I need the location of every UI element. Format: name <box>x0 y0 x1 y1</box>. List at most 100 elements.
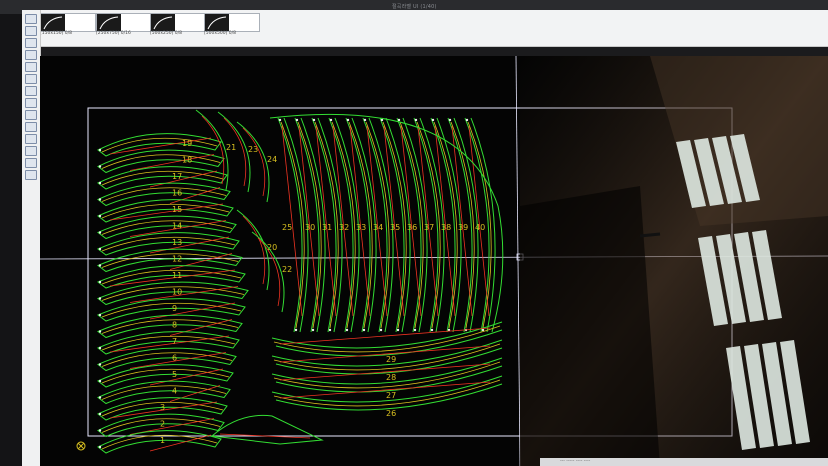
pierce-point <box>431 118 435 122</box>
zoom-tool-icon[interactable] <box>25 146 37 156</box>
sheet-thumbnail-4-label: [500x500] 0/8 <box>204 31 237 36</box>
part-label-middle: 22 <box>282 265 292 274</box>
cut-line <box>149 236 230 254</box>
pierce-point <box>98 297 102 300</box>
arc-part-outline <box>97 347 237 372</box>
part-label-left: 7 <box>172 337 177 346</box>
arc-tool-icon[interactable] <box>25 62 37 72</box>
pierce-point <box>98 181 102 185</box>
arc-part-outline <box>97 149 225 174</box>
arc-part-outline <box>97 232 240 256</box>
part-label-left: 2 <box>160 420 165 429</box>
grid-tool-icon[interactable] <box>25 122 37 132</box>
settings-tool-icon[interactable] <box>25 170 37 180</box>
measure-tool-icon[interactable] <box>25 110 37 120</box>
pierce-point <box>328 328 332 332</box>
arc-part-outline <box>275 329 503 357</box>
pierce-point <box>98 198 102 201</box>
part-label-right: 36 <box>407 223 417 232</box>
part-label-right: 40 <box>475 223 485 232</box>
sheet-thumbnail-4[interactable] <box>204 13 260 32</box>
part-label-middle: 24 <box>267 155 277 164</box>
pierce-point <box>98 445 102 449</box>
part-label-middle: 21 <box>226 143 236 152</box>
pierce-point <box>98 264 102 267</box>
pierce-point <box>396 328 400 332</box>
arc-part-outline <box>97 166 228 190</box>
sheet-thumbnail-3[interactable] <box>150 13 206 32</box>
part-label-right: 39 <box>458 223 468 232</box>
arc-part-outline <box>97 248 243 273</box>
part-label-right: 37 <box>424 223 434 232</box>
mirror-tool-icon[interactable] <box>25 86 37 96</box>
pierce-point <box>295 118 299 122</box>
part-label-bottom: 27 <box>386 391 396 400</box>
part-label-bottom: 28 <box>386 373 396 382</box>
pierce-point <box>278 118 282 122</box>
pierce-point <box>363 118 367 122</box>
app-screen: 절곡라벨 UI (1/40) [150x150] 0/8 [250x750] 0… <box>0 0 828 466</box>
pierce-point <box>98 363 102 366</box>
sheet-thumbnail-1-label: [150x150] 0/8 <box>40 31 73 36</box>
crosshair-vertical <box>515 56 521 466</box>
part-label-right: 30 <box>305 223 315 232</box>
pierce-point <box>329 118 333 122</box>
text-tool-icon[interactable] <box>25 74 37 84</box>
move-tool-icon[interactable] <box>25 26 37 36</box>
cut-line <box>279 381 491 399</box>
pierce-point <box>98 148 102 152</box>
part-label-left: 14 <box>172 222 182 231</box>
arc-part-outline <box>271 321 503 349</box>
cut-line <box>149 170 218 188</box>
line-tool-icon[interactable] <box>25 50 37 60</box>
sheet-thumbnail-3-label: [500x250] 0/8 <box>150 31 183 36</box>
nest-tool-icon[interactable] <box>25 98 37 108</box>
nesting-canvas[interactable]: 19 18 17 16 15 14 13 12 11 10 9 8 7 6 5 4 3 2 1 21 23 24 20 22 2… <box>40 56 828 466</box>
cut-line <box>279 345 491 363</box>
arc-part-outline <box>97 314 243 339</box>
pierce-point <box>465 118 469 122</box>
part-label-left: 17 <box>172 172 182 181</box>
part-label-left: 1 <box>160 436 165 445</box>
pierce-point <box>311 328 315 332</box>
pierce-point <box>98 214 102 218</box>
cut-line <box>279 363 491 381</box>
pierce-point <box>98 280 102 284</box>
pierce-point <box>98 412 102 416</box>
sheet-thumbnail-2[interactable] <box>96 13 152 32</box>
pierce-point <box>345 328 349 332</box>
pierce-point <box>98 330 102 333</box>
part-label-left: 16 <box>172 189 182 198</box>
part-label-right: 31 <box>322 223 332 232</box>
window-title: 절곡라벨 UI (1/40) <box>392 4 437 10</box>
status-text: --- ----- ---- ---- <box>560 459 591 464</box>
part-label-right: 35 <box>390 223 400 232</box>
pierce-point <box>362 328 366 332</box>
nesting-drawing: 1918171615141312111098765432121 232420222… <box>40 56 828 466</box>
part-label-right: 32 <box>339 223 349 232</box>
part-label-left: 5 <box>172 370 177 379</box>
part-label-bottom: 26 <box>386 409 396 418</box>
layer-tool-icon[interactable] <box>25 158 37 168</box>
part-label-left: 8 <box>172 321 177 330</box>
pierce-point <box>98 396 102 399</box>
pierce-point <box>98 429 102 432</box>
part-label-left: 9 <box>172 304 177 313</box>
part-label-left: 19 <box>182 139 192 148</box>
pierce-point <box>380 118 384 122</box>
rotate-tool-icon[interactable] <box>25 38 37 48</box>
part-label-right: 25 <box>282 223 292 232</box>
part-label-right: 38 <box>441 223 451 232</box>
pierce-point <box>98 313 102 317</box>
arc-part-outline <box>97 364 234 388</box>
part-label-left: 10 <box>172 288 182 297</box>
pierce-point <box>98 165 102 168</box>
part-label-left: 15 <box>172 205 182 214</box>
pierce-point <box>481 328 485 332</box>
sheet-thumbnail-1[interactable] <box>40 13 96 32</box>
part-label-right: 34 <box>373 223 383 232</box>
path-tool-icon[interactable] <box>25 134 37 144</box>
pierce-point <box>98 231 102 234</box>
select-tool-icon[interactable] <box>25 14 37 24</box>
monitor-bezel <box>0 0 22 466</box>
